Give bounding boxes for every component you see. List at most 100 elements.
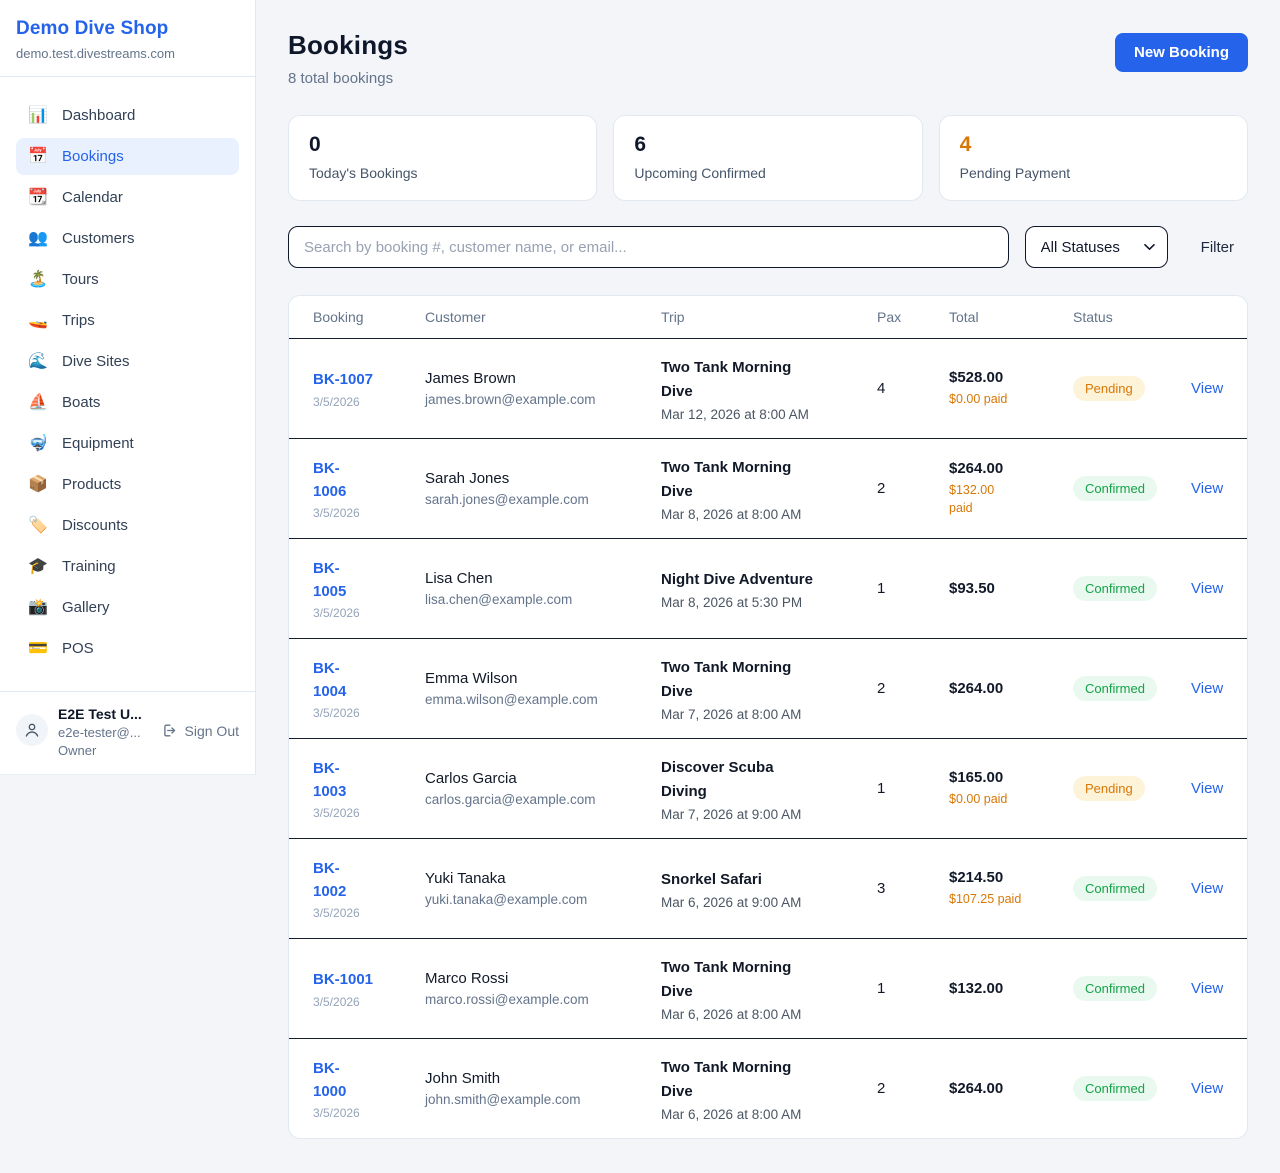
actions-cell: View xyxy=(1191,580,1223,598)
total-cell: $132.00 xyxy=(949,980,1073,997)
sidebar-item-trips[interactable]: 🚤 Trips xyxy=(16,302,239,339)
booking-id-link[interactable]: BK- 1005 xyxy=(313,557,425,604)
sign-out-button[interactable]: Sign Out xyxy=(161,722,239,739)
customer-email: james.brown@example.com xyxy=(425,392,661,407)
view-link[interactable]: View xyxy=(1191,780,1223,797)
sidebar-item-dive-sites[interactable]: 🌊 Dive Sites xyxy=(16,343,239,380)
nav-item-label: Dive Sites xyxy=(62,353,130,370)
status-cell: Confirmed xyxy=(1073,1076,1191,1101)
sidebar-footer: E2E Test U... e2e-tester@... Owner Sign … xyxy=(0,691,255,774)
total-amount: $264.00 xyxy=(949,1080,1073,1097)
pax-cell: 2 xyxy=(877,1080,949,1097)
page-header: Bookings 8 total bookings New Booking xyxy=(288,30,1248,87)
user-icon xyxy=(23,721,41,739)
view-link[interactable]: View xyxy=(1191,980,1223,997)
nav-item-icon: 🚤 xyxy=(28,313,48,329)
nav-item-label: Bookings xyxy=(62,148,124,165)
actions-cell: View xyxy=(1191,480,1223,498)
table-row: BK-1001 3/5/2026 Marco Rossi marco.rossi… xyxy=(289,938,1247,1038)
nav-item-label: Training xyxy=(62,558,116,575)
user-info: E2E Test U... e2e-tester@... Owner xyxy=(58,706,142,758)
table-row: BK- 1000 3/5/2026 John Smith john.smith@… xyxy=(289,1038,1247,1138)
stat-label: Pending Payment xyxy=(960,165,1227,181)
booking-id-link[interactable]: BK- 1004 xyxy=(313,657,425,704)
status-badge: Confirmed xyxy=(1073,876,1157,901)
view-link[interactable]: View xyxy=(1191,480,1223,497)
trip-datetime: Mar 6, 2026 at 9:00 AM xyxy=(661,895,857,910)
view-link[interactable]: View xyxy=(1191,1080,1223,1097)
stat-label: Upcoming Confirmed xyxy=(634,165,901,181)
view-link[interactable]: View xyxy=(1191,680,1223,697)
booking-id-link[interactable]: BK- 1000 xyxy=(313,1057,425,1104)
nav-item-icon: 🎓 xyxy=(28,559,48,575)
sidebar-item-discounts[interactable]: 🏷️ Discounts xyxy=(16,507,239,544)
new-booking-button[interactable]: New Booking xyxy=(1115,33,1248,72)
trip-datetime: Mar 7, 2026 at 8:00 AM xyxy=(661,707,857,722)
stat-card: 0 Today's Bookings xyxy=(288,115,597,201)
status-badge: Confirmed xyxy=(1073,676,1157,701)
sidebar-item-calendar[interactable]: 📆 Calendar xyxy=(16,179,239,216)
total-amount: $93.50 xyxy=(949,580,1073,597)
trip-datetime: Mar 7, 2026 at 9:00 AM xyxy=(661,807,857,822)
sidebar-item-pos[interactable]: 💳 POS xyxy=(16,630,239,667)
view-link[interactable]: View xyxy=(1191,380,1223,397)
booking-id-link[interactable]: BK- 1003 xyxy=(313,757,425,804)
status-select-wrap: All Statuses xyxy=(1025,226,1168,268)
col-booking: Booking xyxy=(313,309,425,325)
status-badge: Pending xyxy=(1073,776,1145,801)
total-cell: $528.00 $0.00 paid xyxy=(949,369,1073,408)
customer-email: lisa.chen@example.com xyxy=(425,592,661,607)
customer-name: Marco Rossi xyxy=(425,970,661,987)
nav-item-label: POS xyxy=(62,640,94,657)
sidebar-item-products[interactable]: 📦 Products xyxy=(16,466,239,503)
customer-name: Emma Wilson xyxy=(425,670,661,687)
nav-item-icon: 📅 xyxy=(28,149,48,165)
nav-item-label: Calendar xyxy=(62,189,123,206)
pax-cell: 2 xyxy=(877,680,949,697)
view-link[interactable]: View xyxy=(1191,580,1223,597)
trip-name: Two Tank Morning Dive xyxy=(661,356,857,404)
nav-item-label: Gallery xyxy=(62,599,110,616)
total-cell: $165.00 $0.00 paid xyxy=(949,769,1073,808)
filter-button[interactable]: Filter xyxy=(1201,239,1234,256)
sidebar-item-gallery[interactable]: 📸 Gallery xyxy=(16,589,239,626)
search-input[interactable] xyxy=(288,226,1009,268)
booking-id-link[interactable]: BK-1007 xyxy=(313,368,425,391)
sidebar-item-bookings[interactable]: 📅 Bookings xyxy=(16,138,239,175)
booking-cell: BK- 1003 3/5/2026 xyxy=(313,757,425,821)
customer-email: john.smith@example.com xyxy=(425,1092,661,1107)
actions-cell: View xyxy=(1191,780,1223,798)
sidebar-item-training[interactable]: 🎓 Training xyxy=(16,548,239,585)
sidebar: Demo Dive Shop demo.test.divestreams.com… xyxy=(0,0,256,775)
nav-item-label: Customers xyxy=(62,230,135,247)
booking-id-link[interactable]: BK- 1006 xyxy=(313,457,425,504)
customer-name: Carlos Garcia xyxy=(425,770,661,787)
booking-id-link[interactable]: BK- 1002 xyxy=(313,857,425,904)
status-select[interactable]: All Statuses xyxy=(1025,226,1168,268)
trip-name: Snorkel Safari xyxy=(661,868,857,892)
sidebar-item-boats[interactable]: ⛵ Boats xyxy=(16,384,239,421)
sidebar-item-customers[interactable]: 👥 Customers xyxy=(16,220,239,257)
trip-name: Discover Scuba Diving xyxy=(661,756,857,804)
sidebar-item-tours[interactable]: 🏝️ Tours xyxy=(16,261,239,298)
pax-cell: 1 xyxy=(877,580,949,597)
paid-amount: $107.25 paid xyxy=(949,890,1073,908)
paid-amount: $0.00 paid xyxy=(949,790,1073,808)
booking-date: 3/5/2026 xyxy=(313,1106,425,1120)
sidebar-item-dashboard[interactable]: 📊 Dashboard xyxy=(16,97,239,134)
sidebar-item-equipment[interactable]: 🤿 Equipment xyxy=(16,425,239,462)
nav-item-icon: 🏝️ xyxy=(28,272,48,288)
view-link[interactable]: View xyxy=(1191,880,1223,897)
trip-cell: Snorkel Safari Mar 6, 2026 at 9:00 AM xyxy=(661,868,877,910)
pax-cell: 4 xyxy=(877,380,949,397)
status-cell: Confirmed xyxy=(1073,976,1191,1001)
customer-email: carlos.garcia@example.com xyxy=(425,792,661,807)
trip-datetime: Mar 8, 2026 at 5:30 PM xyxy=(661,595,857,610)
nav-item-icon: 🌊 xyxy=(28,354,48,370)
trip-cell: Two Tank Morning Dive Mar 8, 2026 at 8:0… xyxy=(661,456,877,522)
customer-name: Lisa Chen xyxy=(425,570,661,587)
total-cell: $214.50 $107.25 paid xyxy=(949,869,1073,908)
customer-cell: Lisa Chen lisa.chen@example.com xyxy=(425,570,661,607)
nav-item-icon: 👥 xyxy=(28,231,48,247)
booking-id-link[interactable]: BK-1001 xyxy=(313,968,425,991)
